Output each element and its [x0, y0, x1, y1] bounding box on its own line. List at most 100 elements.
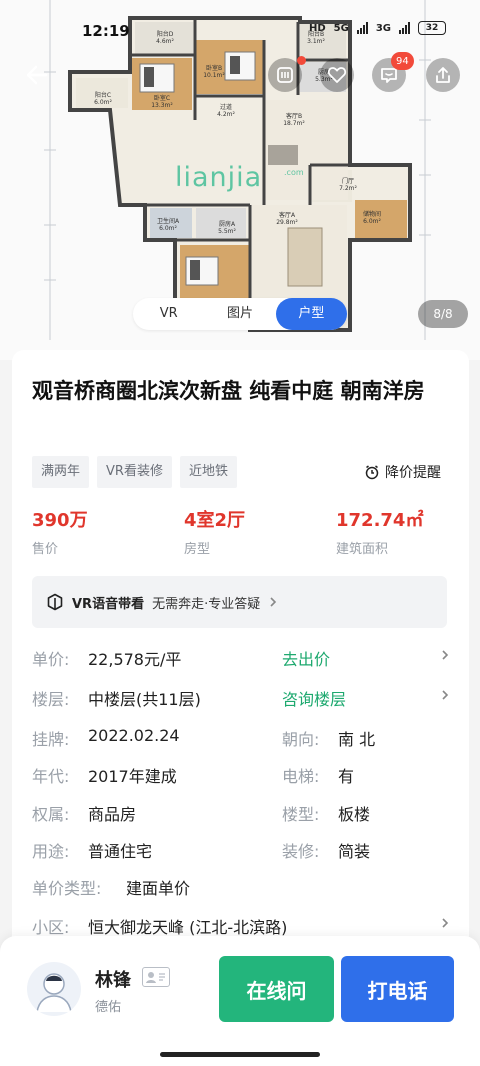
year-key: 年代: [32, 767, 70, 786]
decoration-value: 简装 [338, 842, 371, 861]
chevron-right-icon [442, 690, 449, 700]
svg-text:29.8m²: 29.8m² [276, 219, 298, 226]
price-type-value: 建面单价 [126, 879, 191, 898]
detail-row-listed: 挂牌: 2022.02.24 朝向: 南 北 [32, 726, 452, 750]
vr-banner-description: 无需奔走·专业答疑 [152, 596, 261, 612]
elevator-value: 有 [338, 767, 355, 786]
chevron-right-icon [442, 918, 449, 928]
orientation-key: 朝向: [282, 730, 320, 749]
network-3g-label: 3G [375, 22, 391, 34]
detail-row-ownership: 权属: 商品房 楼型: 板楼 [32, 801, 452, 825]
tab-photos[interactable]: 图片 [204, 298, 275, 330]
business-card-icon[interactable] [142, 967, 170, 987]
vr-notification-dot [297, 56, 306, 65]
svg-text:13.3m²: 13.3m² [151, 102, 173, 109]
status-time: 12:19 [82, 22, 130, 40]
usage-value: 普通住宅 [88, 842, 153, 861]
stat-layout: 4室2厅 房型 [184, 506, 245, 557]
hd-indicator: HD [308, 22, 326, 34]
stat-area: 172.74㎡ 建筑面积 [336, 506, 423, 557]
ask-floor-link[interactable]: 咨询楼层 [282, 686, 346, 710]
status-icons: HD 5G 3G 32 [309, 21, 446, 35]
stat-layout-label: 房型 [184, 542, 211, 557]
unit-price-value: 22,578元/平 [88, 650, 182, 669]
community-value: 恒大御龙天峰 (江北-北滨路) [88, 918, 288, 937]
svg-text:卫生间A: 卫生间A [157, 217, 180, 225]
svg-text:储物间: 储物间 [363, 210, 381, 218]
back-button[interactable] [20, 58, 54, 92]
make-offer-link[interactable]: 去出价 [282, 646, 330, 670]
status-bar: 12:19 HD 5G 3G 32 [0, 0, 480, 44]
decoration-key: 装修: [282, 842, 320, 861]
heart-icon [327, 67, 347, 83]
share-button[interactable] [426, 58, 460, 92]
agent-name[interactable]: 林锋 [95, 966, 131, 992]
listed-value: 2022.02.24 [88, 726, 180, 745]
svg-text:7.2m²: 7.2m² [339, 185, 357, 192]
detail-row-price-type: 单价类型: 建面单价 [32, 875, 452, 899]
stat-area-label: 建筑面积 [336, 542, 389, 557]
elevator-key: 电梯: [282, 767, 320, 786]
media-tab-bar: VR 图片 户型 [133, 298, 347, 330]
detail-row-usage: 用途: 普通住宅 装修: 简装 [32, 838, 452, 862]
id-card-glyph [146, 972, 165, 983]
chevron-right-icon [442, 650, 449, 660]
stat-price-value: 390万 [32, 510, 88, 531]
listed-key: 挂牌: [32, 730, 70, 749]
building-type-value: 板楼 [338, 805, 371, 824]
home-indicator[interactable] [160, 1052, 320, 1057]
stat-price: 390万 售价 [32, 506, 88, 557]
call-button[interactable]: 打电话 [341, 956, 454, 1022]
community-key: 小区: [32, 918, 70, 937]
svg-text:6.0m²: 6.0m² [94, 99, 112, 106]
svg-text:门厅: 门厅 [342, 177, 354, 185]
vr-guided-tour-banner[interactable]: VR语音带看 无需奔走·专业答疑 [32, 576, 447, 628]
listing-title: 观音桥商圈北滨次新盘 纯看中庭 朝南洋房 [32, 379, 425, 403]
svg-text:18.7m²: 18.7m² [283, 120, 305, 127]
building-type-key: 楼型: [282, 805, 320, 824]
agent-contact-bar: 林锋 德佑 在线问 打电话 [0, 936, 480, 1066]
svg-text:4.2m²: 4.2m² [217, 111, 235, 118]
signal-icon [356, 22, 368, 34]
detail-row-unit-price: 单价: 22,578元/平 去出价 [32, 646, 452, 670]
vr-cube-icon [47, 593, 63, 611]
network-5g-label: 5G [333, 22, 349, 34]
message-count-badge: 94 [391, 52, 414, 70]
stat-price-label: 售价 [32, 542, 59, 557]
online-chat-button[interactable]: 在线问 [219, 956, 334, 1022]
orientation-value: 南 北 [338, 730, 376, 749]
favorite-button[interactable] [320, 58, 354, 92]
svg-text:卧室B: 卧室B [206, 64, 222, 72]
floor-key: 楼层: [32, 690, 70, 709]
svg-text:客厅B: 客厅B [286, 112, 302, 120]
svg-text:厨房A: 厨房A [219, 220, 236, 228]
tab-floor-plan[interactable]: 户型 [275, 298, 347, 330]
tab-vr[interactable]: VR [133, 298, 204, 330]
svg-text:过道: 过道 [220, 103, 232, 111]
detail-row-community[interactable]: 小区: 恒大御龙天峰 (江北-北滨路) [32, 914, 452, 938]
price-drop-alert-button[interactable]: 降价提醒 [364, 462, 441, 482]
agent-avatar[interactable] [27, 962, 81, 1016]
chevron-right-icon [270, 597, 277, 607]
back-arrow-icon [26, 65, 48, 85]
svg-text:阳台C: 阳台C [95, 91, 111, 99]
unit-price-key: 单价: [32, 650, 70, 669]
price-type-key: 单价类型: [32, 879, 102, 898]
share-icon [436, 67, 450, 83]
listing-info-card: 观音桥商圈北滨次新盘 纯看中庭 朝南洋房 满两年 VR看装修 近地铁 降价提醒 … [12, 350, 469, 950]
tag-over-two-years: 满两年 [32, 456, 90, 488]
lianjia-watermark-sub: .com [284, 168, 304, 177]
lianjia-watermark: lianjia [175, 162, 263, 193]
stat-area-value: 172.74㎡ [336, 510, 424, 531]
svg-text:6.0m²: 6.0m² [363, 218, 381, 225]
svg-text:10.1m²: 10.1m² [203, 72, 225, 79]
signal-icon-2 [399, 22, 410, 34]
person-avatar-icon [36, 973, 72, 1013]
key-stats: 390万 售价 4室2厅 房型 172.74㎡ 建筑面积 [32, 506, 452, 558]
listing-tags: 满两年 VR看装修 近地铁 [32, 456, 237, 488]
agent-company: 德佑 [95, 1000, 122, 1015]
battery-icon: 32 [418, 21, 446, 35]
tag-vr-decoration[interactable]: VR看装修 [97, 456, 172, 488]
detail-row-floor: 楼层: 中楼层(共11层) 咨询楼层 [32, 686, 452, 710]
alarm-clock-icon [365, 465, 379, 480]
